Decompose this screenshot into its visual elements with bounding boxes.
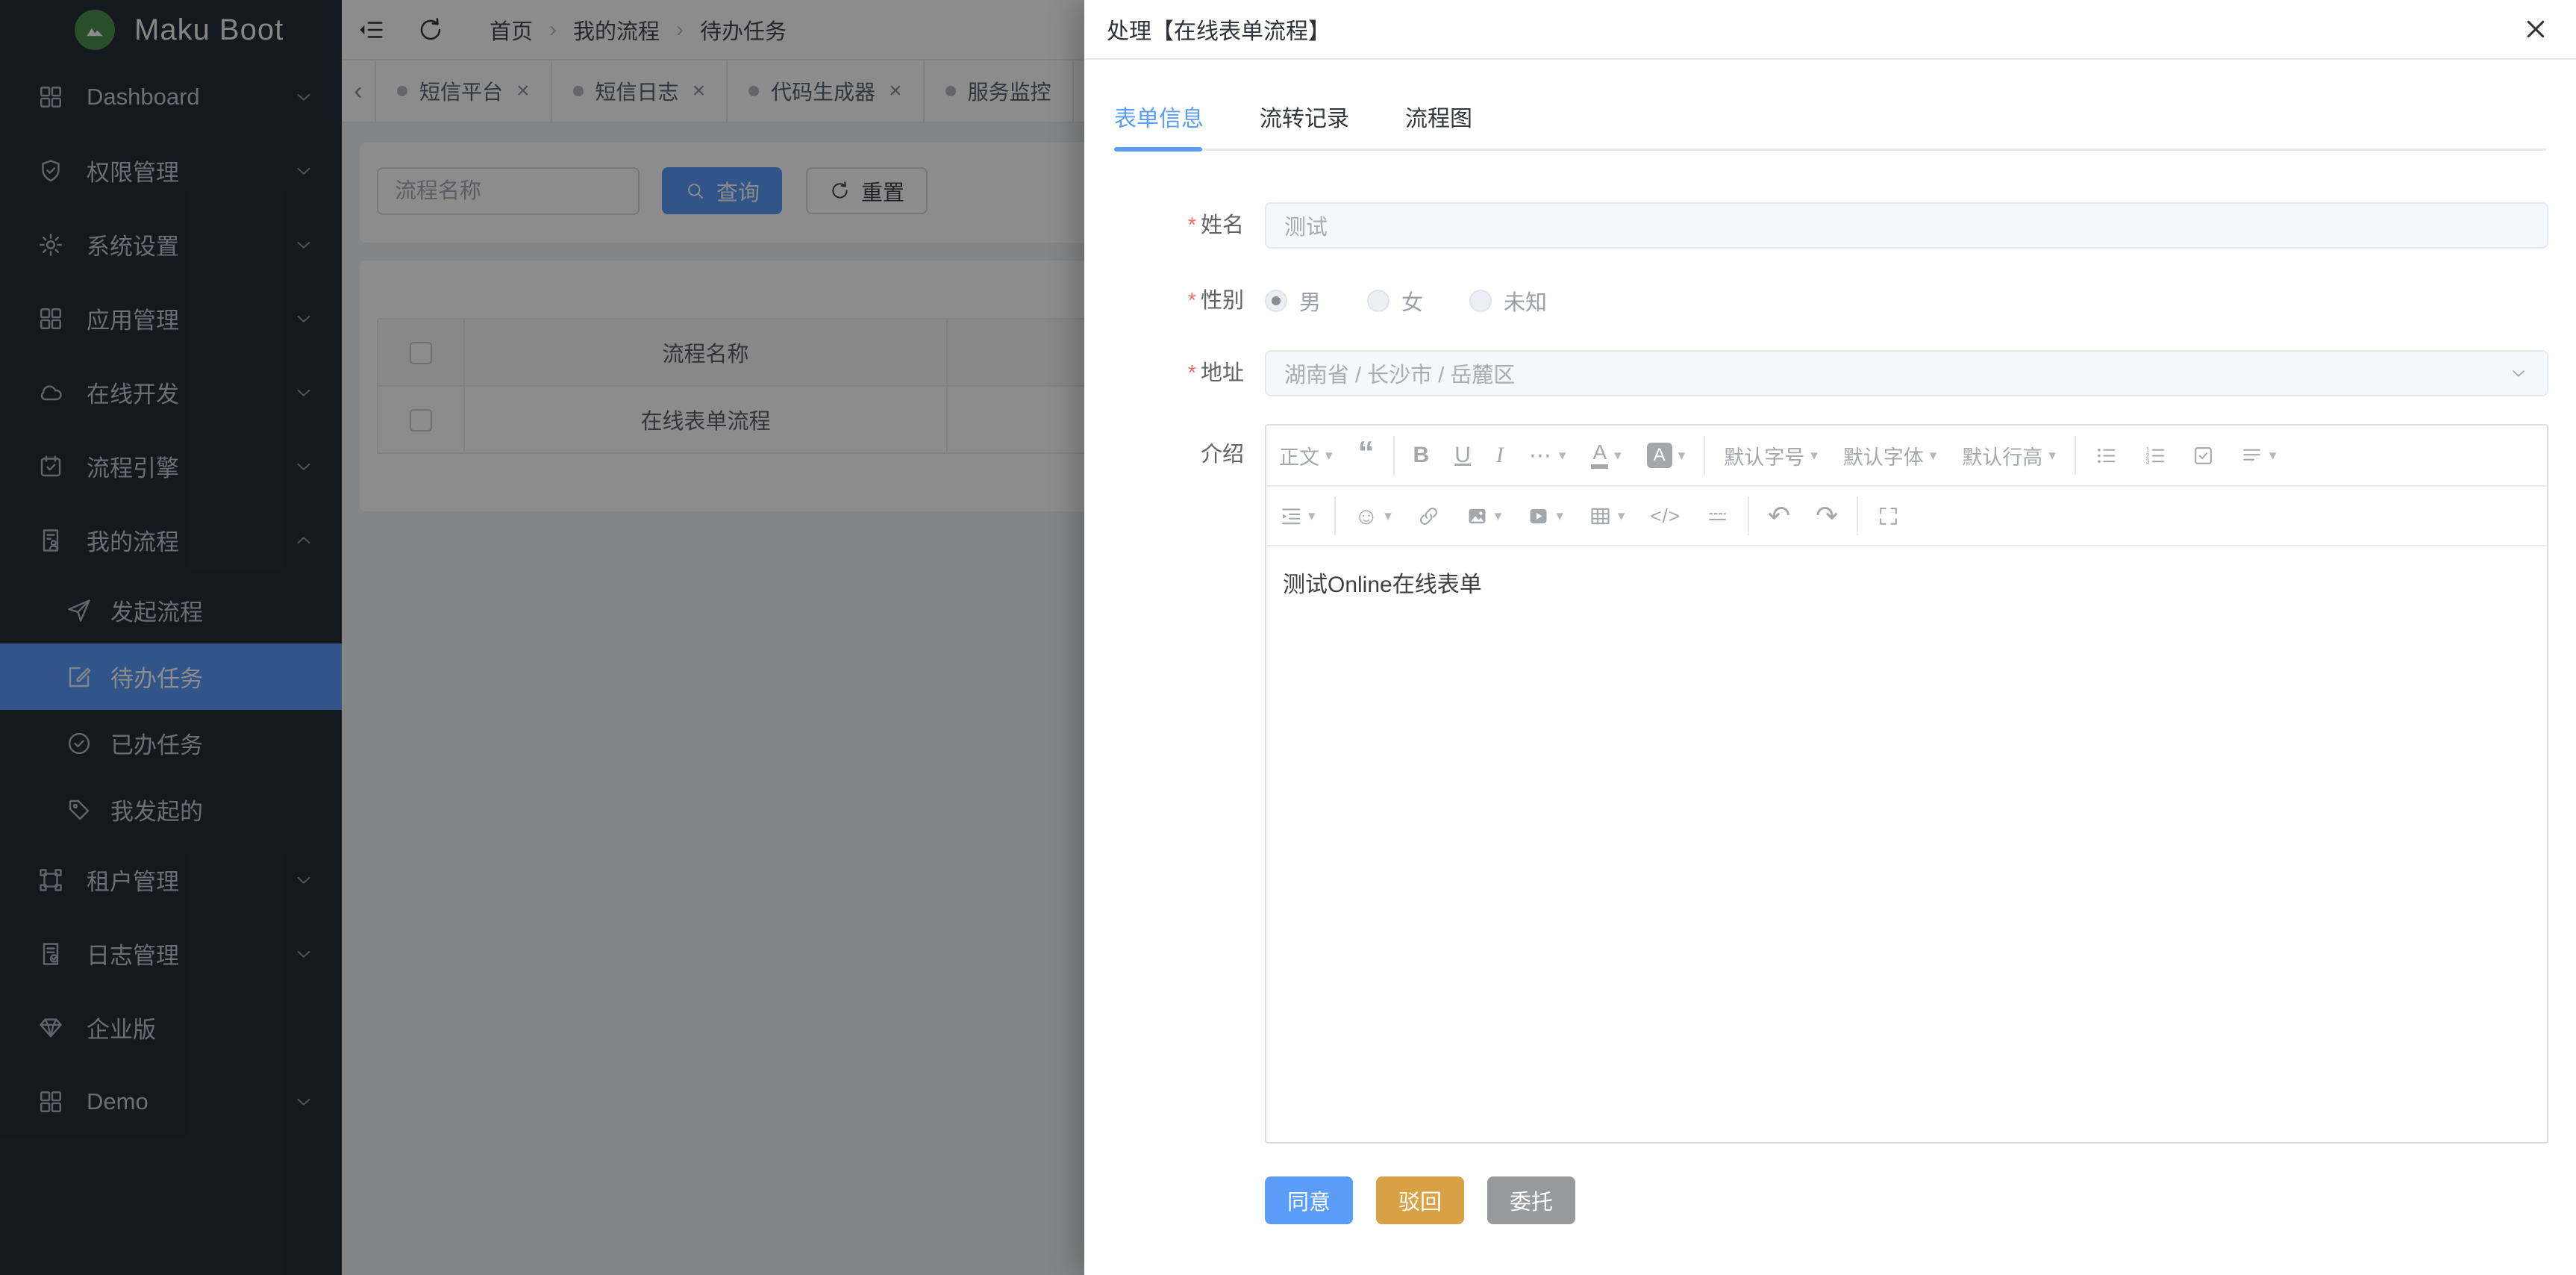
tab-flow-diagram[interactable]: 流程图 — [1405, 100, 1472, 133]
drawer-overlay[interactable] — [0, 0, 1084, 1275]
italic-icon[interactable]: I — [1484, 443, 1516, 468]
caret-down-icon: ▾ — [1384, 508, 1392, 525]
font-size-dropdown[interactable]: 默认字号▾ — [1711, 441, 1831, 470]
reject-button[interactable]: 驳回 — [1376, 1176, 1464, 1224]
required-asterisk: * — [1188, 213, 1196, 237]
underline-icon[interactable]: U — [1442, 443, 1484, 468]
rich-text-editor: 正文▾ “ B U I ⋯▾ A▾ A▾ 默认字号▾ 默认字体▾ 默认行高▾ — [1265, 424, 2548, 1144]
task-list-icon[interactable] — [2179, 444, 2228, 467]
name-field[interactable] — [1265, 202, 2548, 249]
chevron-down-icon — [2508, 363, 2529, 384]
caret-down-icon: ▾ — [1325, 447, 1333, 464]
required-asterisk: * — [1188, 361, 1196, 385]
caret-down-icon: ▾ — [1810, 447, 1818, 464]
drawer-title: 处理【在线表单流程】 — [1107, 13, 1331, 46]
gender-radio-group: 男 女 未知 — [1265, 278, 1593, 324]
editor-toolbar-row2: ▾ ☺▾ ▾ ▾ ▾ </> ↶ ↷ — [1266, 487, 2547, 546]
tab-form-info[interactable]: 表单信息 — [1114, 100, 1204, 133]
bullet-list-icon[interactable] — [2082, 444, 2130, 467]
link-icon[interactable] — [1404, 505, 1453, 528]
font-family-dropdown[interactable]: 默认字体▾ — [1831, 441, 1950, 470]
address-label: *地址 — [1084, 350, 1244, 396]
align-dropdown[interactable]: ▾ — [2228, 444, 2289, 467]
address-value: 湖南省 / 长沙市 / 岳麓区 — [1284, 358, 1515, 389]
editor-toolbar-row1: 正文▾ “ B U I ⋯▾ A▾ A▾ 默认字号▾ 默认字体▾ 默认行高▾ — [1266, 425, 2547, 487]
caret-down-icon: ▾ — [1618, 508, 1625, 525]
intro-text: 测试Online在线表单 — [1283, 573, 1482, 597]
caret-down-icon: ▾ — [2048, 447, 2056, 464]
undo-icon[interactable]: ↶ — [1755, 502, 1803, 529]
divider-line-icon[interactable] — [1693, 505, 1742, 528]
toolbar-divider — [1393, 436, 1395, 475]
drawer-header: 处理【在线表单流程】 — [1084, 0, 2576, 60]
fullscreen-icon[interactable] — [1864, 505, 1913, 528]
agree-button[interactable]: 同意 — [1265, 1176, 1353, 1224]
caret-down-icon: ▾ — [1556, 508, 1563, 525]
radio-label: 未知 — [1504, 285, 1547, 317]
caret-down-icon: ▾ — [1678, 447, 1686, 464]
drawer-tabs: 表单信息 流转记录 流程图 — [1114, 87, 2546, 151]
radio-male[interactable]: 男 — [1265, 285, 1321, 317]
image-dropdown[interactable]: ▾ — [1453, 505, 1515, 528]
tab-flow-records[interactable]: 流转记录 — [1260, 100, 1349, 133]
font-color-icon[interactable]: A▾ — [1578, 442, 1634, 469]
bg-color-icon[interactable]: A▾ — [1634, 443, 1698, 468]
radio-circle-icon — [1367, 290, 1389, 312]
ordered-list-icon[interactable] — [2130, 444, 2179, 467]
code-block-icon[interactable]: </> — [1637, 505, 1693, 528]
radio-unknown[interactable]: 未知 — [1469, 285, 1547, 317]
redo-icon[interactable]: ↷ — [1803, 502, 1851, 529]
radio-circle-icon — [1469, 290, 1492, 312]
toolbar-divider — [1748, 496, 1749, 535]
delegate-button[interactable]: 委托 — [1487, 1176, 1575, 1224]
toolbar-divider — [1857, 496, 1858, 535]
more-styles-dropdown[interactable]: ⋯▾ — [1516, 443, 1579, 469]
emoji-dropdown[interactable]: ☺▾ — [1342, 504, 1404, 528]
app-root: Maku Boot Dashboard 权限管理 系统设置 应用管理 — [0, 0, 2576, 1275]
bold-icon[interactable]: B — [1401, 443, 1442, 468]
caret-down-icon: ▾ — [1614, 447, 1622, 464]
toolbar-divider — [1334, 496, 1336, 535]
caret-down-icon: ▾ — [1308, 508, 1316, 525]
video-dropdown[interactable]: ▾ — [1514, 505, 1576, 528]
caret-down-icon: ▾ — [1930, 447, 1937, 464]
process-drawer: 处理【在线表单流程】 表单信息 流转记录 流程图 *姓名 *性别 男 — [1084, 0, 2576, 1275]
required-asterisk: * — [1188, 289, 1196, 313]
paragraph-dropdown[interactable]: 正文▾ — [1266, 441, 1345, 470]
name-label: *姓名 — [1084, 202, 1244, 249]
radio-female[interactable]: 女 — [1367, 285, 1423, 317]
caret-down-icon: ▾ — [1495, 508, 1502, 525]
indent-dropdown[interactable]: ▾ — [1266, 505, 1328, 528]
caret-down-icon: ▾ — [1559, 447, 1566, 464]
radio-label: 男 — [1299, 285, 1321, 317]
toolbar-divider — [2075, 436, 2076, 475]
close-icon[interactable] — [2522, 16, 2549, 43]
address-select[interactable]: 湖南省 / 长沙市 / 岳麓区 — [1265, 350, 2548, 396]
radio-label: 女 — [1401, 285, 1423, 317]
editor-content[interactable]: 测试Online在线表单 — [1266, 546, 2547, 1144]
active-tab-underline — [1114, 147, 1202, 152]
drawer-tab-row: 表单信息 流转记录 流程图 — [1114, 87, 2546, 146]
intro-label: 介绍 — [1084, 424, 1244, 485]
table-dropdown[interactable]: ▾ — [1576, 505, 1638, 528]
quote-icon[interactable]: “ — [1345, 446, 1387, 465]
radio-circle-icon — [1265, 290, 1287, 312]
tabs-track — [1114, 149, 2546, 151]
toolbar-divider — [1704, 436, 1705, 475]
drawer-actions: 同意 驳回 委托 — [1265, 1176, 1575, 1224]
caret-down-icon: ▾ — [2269, 447, 2277, 464]
gender-label: *性别 — [1084, 278, 1244, 324]
line-height-dropdown[interactable]: 默认行高▾ — [1949, 441, 2069, 470]
